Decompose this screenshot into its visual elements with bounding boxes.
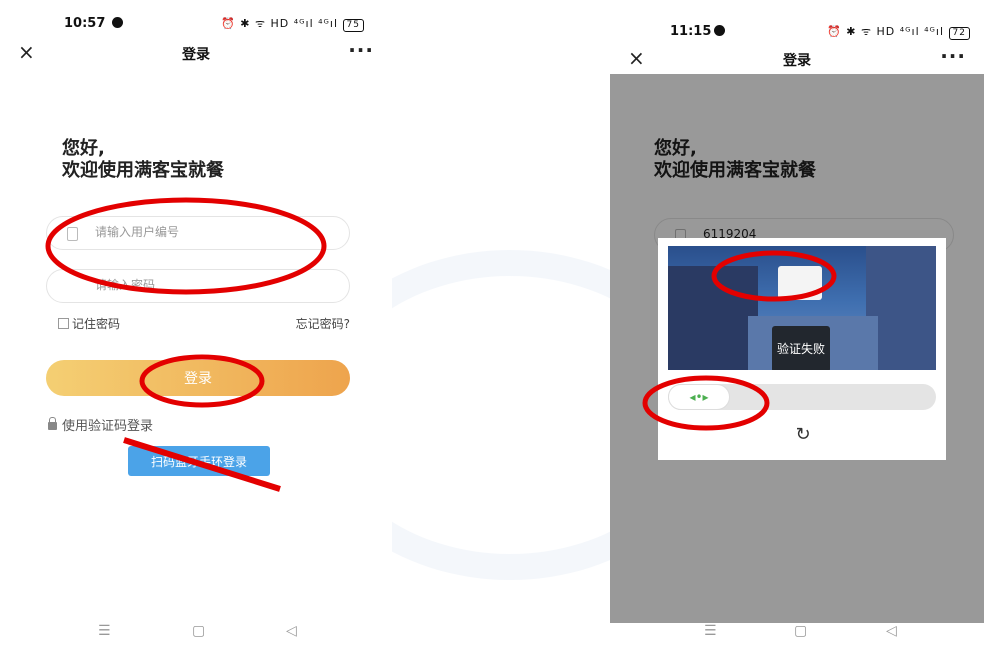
battery-icon: 75	[342, 19, 364, 32]
status-icons: ⏰ ✱ ᯤ HD ⁴ᴳıl ⁴ᴳıl 72	[827, 24, 970, 40]
password-input[interactable]	[95, 278, 325, 292]
sms-login-link[interactable]: 使用验证码登录	[48, 415, 153, 434]
phone-screenshot-left: 10:57 ⏰ ✱ ᯤ HD ⁴ᴳıl ⁴ᴳıl 75 × 登录 ··· 您好,…	[0, 0, 392, 653]
notification-dot-icon	[714, 25, 725, 36]
system-nav-bar: ☰ ▢ ◁	[0, 623, 392, 643]
page-title: 登录	[182, 47, 210, 63]
captcha-slider-track[interactable]: ◂•▸	[668, 384, 936, 410]
status-icons: ⏰ ✱ ᯤ HD ⁴ᴳıl ⁴ᴳıl 75	[221, 16, 364, 32]
slider-captcha-dialog: 验证失败 ◂•▸ ↻	[658, 238, 946, 460]
puzzle-piece-slot	[778, 266, 822, 300]
home-icon[interactable]: ▢	[794, 623, 807, 639]
phone-icon	[67, 227, 78, 241]
status-time: 11:15	[670, 24, 712, 39]
username-input[interactable]	[95, 225, 325, 239]
back-icon[interactable]: ◁	[286, 623, 297, 639]
remember-checkbox[interactable]	[58, 318, 69, 329]
comparison-page: 10:57 ⏰ ✱ ᯤ HD ⁴ᴳıl ⁴ᴳıl 75 × 登录 ··· 您好,…	[0, 0, 984, 653]
captcha-bg-building-left	[668, 266, 758, 370]
menu-icon[interactable]: ☰	[98, 623, 111, 639]
battery-icon: 72	[948, 27, 970, 40]
captcha-image: 验证失败	[668, 246, 936, 370]
nav-bar: × 登录 ···	[610, 44, 984, 74]
phone-screenshot-right: 11:15 ⏰ ✱ ᯤ HD ⁴ᴳıl ⁴ᴳıl 72 × 登录 ··· 您好,…	[610, 0, 984, 653]
more-icon[interactable]: ···	[348, 38, 374, 62]
menu-icon[interactable]: ☰	[704, 623, 717, 639]
refresh-icon[interactable]: ↻	[792, 424, 814, 446]
remember-label: 记住密码	[72, 317, 121, 331]
more-icon[interactable]: ···	[940, 44, 966, 68]
password-field[interactable]	[46, 269, 350, 303]
notification-dot-icon	[112, 17, 123, 28]
system-nav-bar: ☰ ▢ ◁	[610, 623, 984, 643]
login-button[interactable]: 登录	[46, 360, 350, 396]
page-title: 登录	[783, 53, 811, 69]
status-icons-text: ⏰ ✱ ᯤ HD ⁴ᴳıl ⁴ᴳıl	[827, 25, 945, 38]
status-bar: 10:57 ⏰ ✱ ᯤ HD ⁴ᴳıl ⁴ᴳıl 75	[0, 0, 392, 34]
username-field[interactable]	[46, 216, 350, 250]
back-icon[interactable]: ◁	[886, 623, 897, 639]
captcha-slider-handle[interactable]: ◂•▸	[668, 384, 730, 410]
verification-failed-message: 验证失败	[772, 326, 830, 370]
remember-password[interactable]: 记住密码	[58, 315, 120, 332]
greeting-line2: 欢迎使用满客宝就餐	[62, 160, 224, 181]
status-time: 10:57	[64, 16, 106, 31]
home-icon[interactable]: ▢	[192, 623, 205, 639]
forgot-password-link[interactable]: 忘记密码?	[296, 315, 350, 332]
sms-login-label: 使用验证码登录	[62, 419, 154, 434]
nav-bar: × 登录 ···	[0, 38, 392, 68]
scan-bracelet-login-button[interactable]: 扫码蓝牙手环登录	[128, 446, 270, 476]
lock-icon	[48, 417, 57, 430]
status-bar: 11:15 ⏰ ✱ ᯤ HD ⁴ᴳıl ⁴ᴳıl 72	[610, 0, 984, 40]
status-icons-text: ⏰ ✱ ᯤ HD ⁴ᴳıl ⁴ᴳıl	[221, 17, 339, 30]
